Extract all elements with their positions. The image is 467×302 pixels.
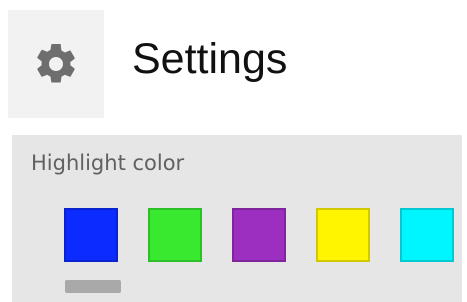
- gear-icon: [37, 43, 75, 83]
- cyan-color-swatch[interactable]: [400, 208, 454, 262]
- yellow-color-swatch[interactable]: [316, 208, 370, 262]
- highlight-color-swatches: [64, 208, 462, 266]
- page-title: Settings: [132, 35, 288, 83]
- selected-color-indicator: [65, 280, 121, 293]
- purple-color-swatch[interactable]: [232, 208, 286, 262]
- green-color-swatch[interactable]: [148, 208, 202, 262]
- settings-header: Settings: [0, 0, 467, 120]
- highlight-color-label: Highlight color: [31, 151, 185, 175]
- highlight-color-panel: Highlight color: [12, 135, 462, 302]
- settings-icon-tile: [8, 10, 104, 118]
- blue-color-swatch[interactable]: [64, 208, 118, 262]
- settings-page: Settings Highlight color: [0, 0, 467, 302]
